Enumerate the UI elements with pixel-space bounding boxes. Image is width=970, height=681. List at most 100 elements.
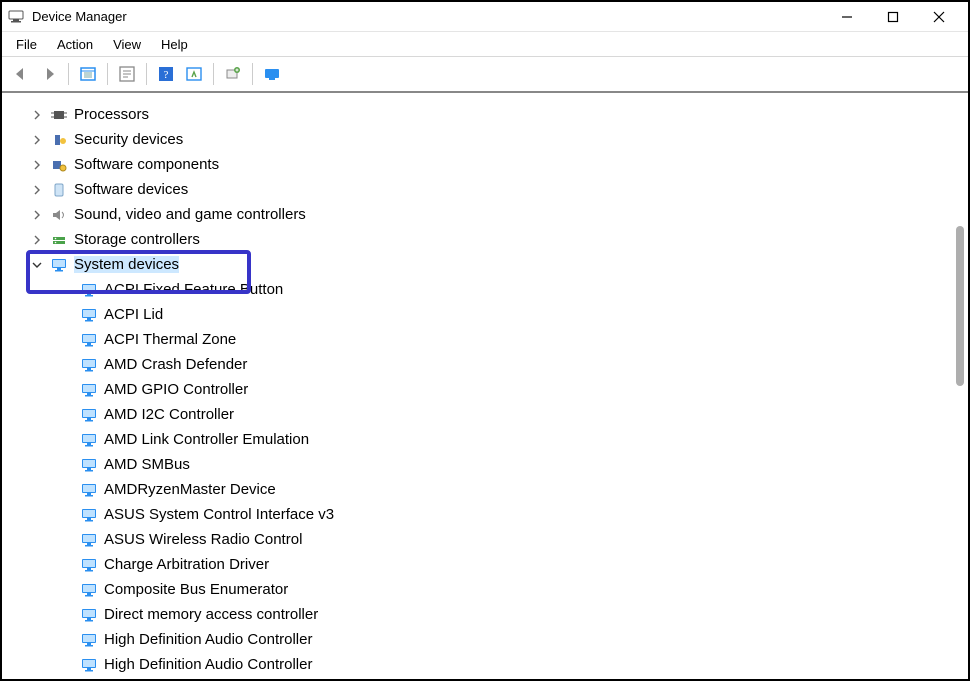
tree-device-item[interactable]: High Definition Audio Controller <box>30 627 966 652</box>
security-icon <box>50 132 68 148</box>
tree-device-item[interactable]: Composite Bus Enumerator <box>30 577 966 602</box>
monitor-icon <box>80 357 98 373</box>
tree-label: Composite Bus Enumerator <box>104 581 288 598</box>
minimize-button[interactable] <box>824 2 870 32</box>
svg-text:?: ? <box>164 69 169 81</box>
tree-label: AMDRyzenMaster Device <box>104 481 276 498</box>
tree-label: ASUS Wireless Radio Control <box>104 531 302 548</box>
monitor-icon <box>80 432 98 448</box>
monitor-icon <box>80 407 98 423</box>
tree-device-item[interactable]: ACPI Thermal Zone <box>30 327 966 352</box>
monitor-icon <box>80 607 98 623</box>
toolbar-separator <box>68 63 69 85</box>
menu-view[interactable]: View <box>103 35 151 54</box>
toolbar-separator <box>146 63 147 85</box>
chevron-right-icon[interactable] <box>30 133 44 147</box>
show-hide-tree-button[interactable] <box>75 61 101 87</box>
software_components-icon <box>50 157 68 173</box>
tree-label: AMD GPIO Controller <box>104 381 248 398</box>
chevron-right-icon[interactable] <box>30 158 44 172</box>
properties-button[interactable] <box>114 61 140 87</box>
maximize-button[interactable] <box>870 2 916 32</box>
tree-category-software_components[interactable]: Software components <box>30 152 966 177</box>
tree-label: AMD Link Controller Emulation <box>104 431 309 448</box>
sound-icon <box>50 207 68 223</box>
tree-label: ACPI Fixed Feature Button <box>104 281 283 298</box>
monitor-icon <box>80 482 98 498</box>
chevron-right-icon[interactable] <box>30 233 44 247</box>
monitor-icon <box>80 507 98 523</box>
storage-icon <box>50 232 68 248</box>
tree-label: ACPI Thermal Zone <box>104 331 236 348</box>
tree-category-system[interactable]: System devices <box>30 252 966 277</box>
tree-label: AMD SMBus <box>104 456 190 473</box>
tree-label: Charge Arbitration Driver <box>104 556 269 573</box>
device-tree[interactable]: Processors Security devices Software compo… <box>4 96 966 677</box>
processors-icon <box>50 107 68 123</box>
tree-device-item[interactable]: AMD Crash Defender <box>30 352 966 377</box>
scan-hardware-button[interactable] <box>181 61 207 87</box>
close-button[interactable] <box>916 2 962 32</box>
tree-label: AMD I2C Controller <box>104 406 234 423</box>
chevron-right-icon[interactable] <box>30 183 44 197</box>
help-button[interactable]: ? <box>153 61 179 87</box>
menu-file[interactable]: File <box>6 35 47 54</box>
tree-device-item[interactable]: ASUS Wireless Radio Control <box>30 527 966 552</box>
monitor-icon <box>80 457 98 473</box>
tree-device-item[interactable]: AMD GPIO Controller <box>30 377 966 402</box>
menubar: File Action View Help <box>2 32 968 56</box>
tree-label: ASUS System Control Interface v3 <box>104 506 334 523</box>
tree-category-software_devices[interactable]: Software devices <box>30 177 966 202</box>
tree-category-storage[interactable]: Storage controllers <box>30 227 966 252</box>
window-title: Device Manager <box>32 9 824 24</box>
tree-device-item[interactable]: ACPI Lid <box>30 302 966 327</box>
toolbar-separator <box>252 63 253 85</box>
software_devices-icon <box>50 182 68 198</box>
tree-device-item[interactable]: High Definition Audio Controller <box>30 652 966 677</box>
toolbar: ? <box>2 57 968 93</box>
vertical-scrollbar[interactable] <box>952 96 966 677</box>
monitor-icon <box>80 332 98 348</box>
tree-device-item[interactable]: AMD SMBus <box>30 452 966 477</box>
monitor-icon <box>80 307 98 323</box>
tree-label: System devices <box>74 256 179 273</box>
content-area: Processors Security devices Software compo… <box>4 96 966 677</box>
tree-category-processors[interactable]: Processors <box>30 102 966 127</box>
monitor-icon <box>80 657 98 673</box>
chevron-right-icon[interactable] <box>30 108 44 122</box>
tree-label: Processors <box>74 106 149 123</box>
monitor-icon <box>80 532 98 548</box>
add-legacy-hardware-button[interactable] <box>220 61 246 87</box>
nav-forward-button[interactable] <box>36 61 62 87</box>
titlebar: Device Manager <box>2 2 968 32</box>
menu-help[interactable]: Help <box>151 35 198 54</box>
tree-device-item[interactable]: Direct memory access controller <box>30 602 966 627</box>
monitor-icon <box>80 632 98 648</box>
toolbar-separator <box>213 63 214 85</box>
tree-device-item[interactable]: AMD I2C Controller <box>30 402 966 427</box>
menu-action[interactable]: Action <box>47 35 103 54</box>
toolbar-separator <box>107 63 108 85</box>
device-manager-icon <box>8 9 24 25</box>
tree-device-item[interactable]: Charge Arbitration Driver <box>30 552 966 577</box>
tree-device-item[interactable]: AMD Link Controller Emulation <box>30 427 966 452</box>
tree-device-item[interactable]: ACPI Fixed Feature Button <box>30 277 966 302</box>
tree-label: Security devices <box>74 131 183 148</box>
monitor-icon <box>80 557 98 573</box>
monitor-icon <box>80 282 98 298</box>
devices-by-type-button[interactable] <box>259 61 285 87</box>
tree-label: High Definition Audio Controller <box>104 656 312 673</box>
monitor-icon <box>80 582 98 598</box>
tree-device-item[interactable]: AMDRyzenMaster Device <box>30 477 966 502</box>
tree-label: Direct memory access controller <box>104 606 318 623</box>
tree-label: AMD Crash Defender <box>104 356 247 373</box>
tree-device-item[interactable]: ASUS System Control Interface v3 <box>30 502 966 527</box>
scrollbar-thumb[interactable] <box>956 226 964 386</box>
tree-category-security[interactable]: Security devices <box>30 127 966 152</box>
tree-label: Sound, video and game controllers <box>74 206 306 223</box>
tree-category-sound[interactable]: Sound, video and game controllers <box>30 202 966 227</box>
tree-label: Software devices <box>74 181 188 198</box>
chevron-down-icon[interactable] <box>30 258 44 272</box>
nav-back-button[interactable] <box>8 61 34 87</box>
chevron-right-icon[interactable] <box>30 208 44 222</box>
